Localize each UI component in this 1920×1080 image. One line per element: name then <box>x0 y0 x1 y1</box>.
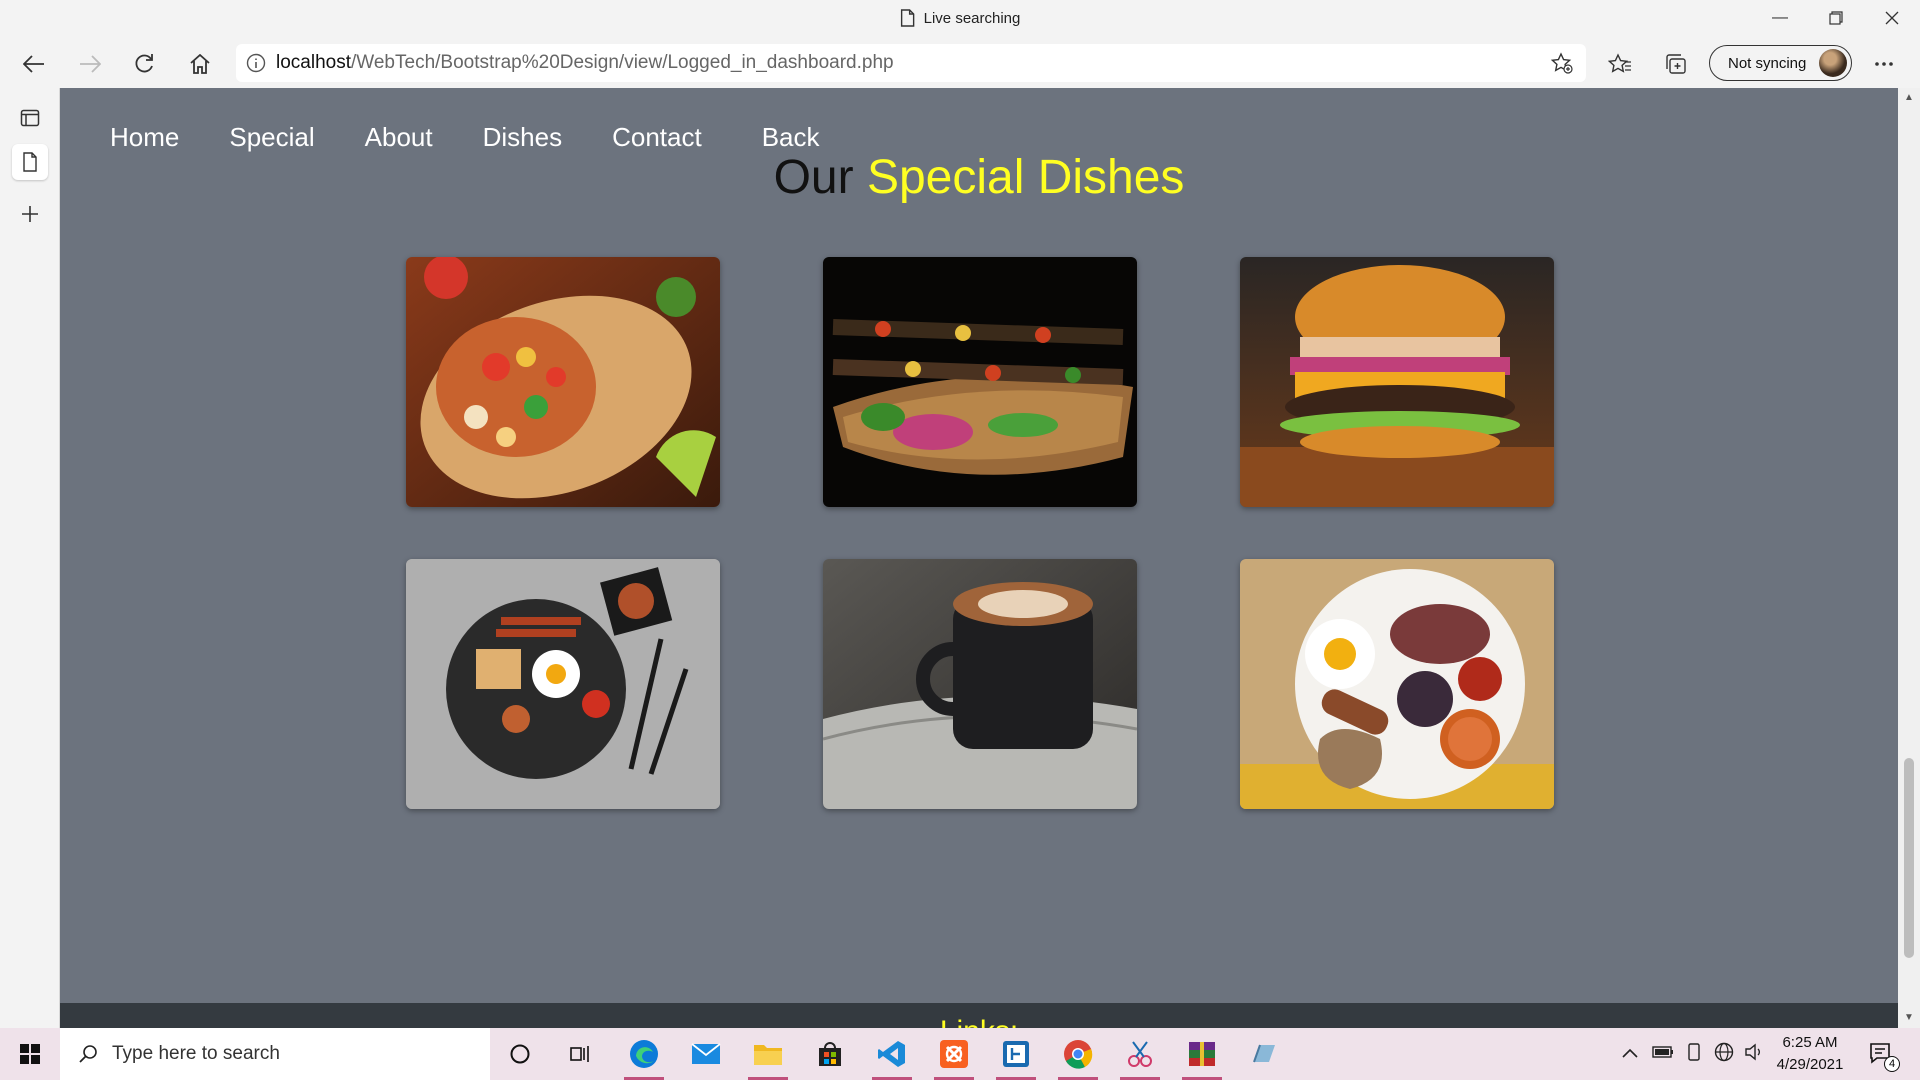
tab-actions-icon <box>20 109 40 127</box>
mail-icon[interactable] <box>678 1028 734 1080</box>
battery-icon[interactable] <box>1652 1045 1674 1064</box>
app-icon[interactable] <box>988 1028 1044 1080</box>
back-button[interactable] <box>16 48 52 80</box>
app-icon-2[interactable] <box>1236 1028 1292 1080</box>
profile-avatar <box>1819 49 1847 77</box>
browser-toolbar: localhost/WebTech/Bootstrap%20Design/vie… <box>0 40 1920 88</box>
home-button[interactable] <box>182 48 218 80</box>
clock-time: 6:25 AM <box>1782 1034 1838 1051</box>
burger-image[interactable] <box>1240 257 1554 507</box>
restore-icon <box>1829 11 1843 25</box>
winrar-icon[interactable] <box>1174 1028 1230 1080</box>
refresh-icon <box>135 54 153 73</box>
taskbar-search-box[interactable]: Type here to search <box>60 1028 490 1080</box>
nav-contact-link[interactable]: Contact <box>612 122 702 153</box>
sync-button[interactable]: Not syncing <box>1709 45 1852 81</box>
task-view-icon[interactable] <box>552 1028 608 1080</box>
breakfast-plate-image[interactable] <box>406 559 720 809</box>
favorites-button[interactable] <box>1602 48 1638 80</box>
english-breakfast-image[interactable] <box>1240 559 1554 809</box>
xampp-icon[interactable] <box>926 1028 982 1080</box>
page-viewport: Home Special About Dishes Contact Back O… <box>60 88 1898 1028</box>
close-button[interactable] <box>1864 0 1920 36</box>
notification-count-badge: 4 <box>1884 1056 1900 1072</box>
search-placeholder: Type here to search <box>112 1043 280 1064</box>
scrollbar-thumb[interactable] <box>1904 758 1914 958</box>
nav-back-link[interactable]: Back <box>762 122 820 153</box>
home-icon <box>190 54 210 74</box>
new-tab-button[interactable] <box>12 196 48 232</box>
nav-home-link[interactable]: Home <box>110 122 179 153</box>
network-globe-icon[interactable] <box>1714 1042 1734 1067</box>
scroll-up-arrow-icon[interactable]: ▲ <box>1904 92 1914 103</box>
heading-part-special-dishes: Special Dishes <box>866 151 1185 204</box>
plus-icon <box>22 206 38 222</box>
more-icon <box>1875 62 1893 66</box>
volume-icon[interactable] <box>1744 1043 1764 1066</box>
nav-dishes-link[interactable]: Dishes <box>483 122 562 153</box>
favorites-icon <box>1608 53 1631 73</box>
window-title-text: Live searching <box>923 9 1021 27</box>
collections-button[interactable] <box>1658 48 1694 80</box>
vertical-tabs-sidebar <box>0 88 60 1028</box>
forward-arrow-icon <box>80 55 101 73</box>
window-title: Live searching <box>900 9 1021 27</box>
back-arrow-icon <box>23 55 44 73</box>
footer-links-heading: Links: <box>60 1015 1898 1028</box>
tab-actions-button[interactable] <box>12 100 48 136</box>
title-bar: Live searching — <box>0 0 1920 40</box>
page-scrollbar[interactable]: ▲ ▼ <box>1898 88 1920 1028</box>
active-tab[interactable] <box>12 144 48 180</box>
notification-center-button[interactable]: 4 <box>1862 1038 1902 1072</box>
url-path: /WebTech/Bootstrap%20Design/view/Logged_… <box>351 52 894 73</box>
page-icon <box>23 152 37 172</box>
store-icon[interactable] <box>802 1028 858 1080</box>
add-favorite-icon[interactable] <box>1550 52 1574 79</box>
section-heading: Our Special Dishes <box>60 150 1898 205</box>
chrome-icon[interactable] <box>1050 1028 1106 1080</box>
minimize-button[interactable]: — <box>1752 0 1808 36</box>
nav-special-link[interactable]: Special <box>229 122 314 153</box>
scroll-down-arrow-icon[interactable]: ▼ <box>1904 1012 1914 1023</box>
taskbar-clock[interactable]: 6:25 AM 4/29/2021 <box>1765 1032 1855 1076</box>
site-info-icon[interactable] <box>236 53 276 73</box>
kebab-skewers-image[interactable] <box>823 257 1137 507</box>
dishes-grid <box>406 257 1554 809</box>
site-navbar: Home Special About Dishes Contact Back <box>110 122 870 153</box>
forward-button[interactable] <box>72 48 108 80</box>
url-text[interactable]: localhost/WebTech/Bootstrap%20Design/vie… <box>276 52 894 74</box>
coffee-cup-image[interactable] <box>823 559 1137 809</box>
device-icon[interactable] <box>1686 1042 1702 1066</box>
search-icon <box>79 1045 97 1063</box>
vscode-icon[interactable] <box>864 1028 920 1080</box>
restore-button[interactable] <box>1808 0 1864 36</box>
address-bar[interactable]: localhost/WebTech/Bootstrap%20Design/vie… <box>236 44 1586 82</box>
settings-more-button[interactable] <box>1866 48 1902 80</box>
refresh-button[interactable] <box>126 48 162 80</box>
page-icon <box>900 9 915 27</box>
windows-logo-icon <box>20 1044 40 1064</box>
url-host: localhost <box>276 52 351 73</box>
heading-part-our: Our <box>773 151 854 204</box>
footer: Links: <box>60 1003 1898 1028</box>
nav-about-link[interactable]: About <box>365 122 433 153</box>
file-explorer-icon[interactable] <box>740 1028 796 1080</box>
snip-icon[interactable] <box>1112 1028 1168 1080</box>
system-tray <box>1622 1028 1764 1080</box>
clock-date: 4/29/2021 <box>1776 1056 1844 1073</box>
collections-icon <box>1666 54 1686 74</box>
edge-icon[interactable] <box>616 1028 672 1080</box>
start-button[interactable] <box>0 1028 60 1080</box>
windows-taskbar: Type here to search 6:25 AM 4/29/2021 4 <box>0 1028 1920 1080</box>
chevron-up-icon[interactable] <box>1622 1045 1638 1063</box>
burrito-image[interactable] <box>406 257 720 507</box>
cortana-icon[interactable] <box>492 1028 548 1080</box>
sync-label: Not syncing <box>1728 54 1807 72</box>
close-icon <box>1885 11 1899 25</box>
